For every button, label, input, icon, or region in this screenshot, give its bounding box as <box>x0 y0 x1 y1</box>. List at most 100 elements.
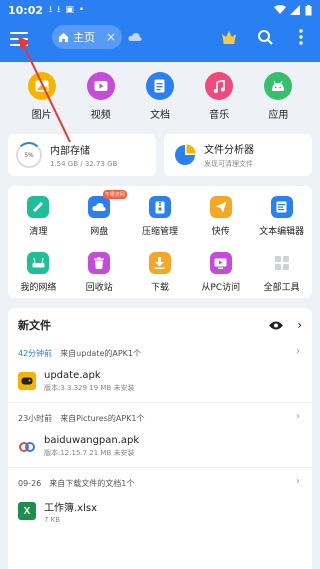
chevron-right-icon[interactable]: › <box>296 476 300 487</box>
category-videos[interactable]: 视频 <box>76 62 126 128</box>
tab-home-label: 主页 <box>73 31 95 44</box>
broom-icon <box>27 196 50 218</box>
cloud-icon[interactable] <box>128 32 142 42</box>
analyzer-subtitle: 发现可清理文件 <box>204 160 253 168</box>
tool-label: 下载 <box>150 283 169 293</box>
signal-icon <box>290 5 300 15</box>
download-status-icon: ⭳ <box>49 5 53 15</box>
tool-my-network[interactable]: 我的网络 <box>8 242 69 298</box>
group-time: 42分钟前 <box>18 348 53 358</box>
file-item[interactable]: X 工作簿.xlsx 7 KB <box>18 494 302 528</box>
tool-text-editor[interactable]: 文本编辑器 <box>251 186 312 242</box>
group-source: 来自update的APK1个 <box>60 348 142 358</box>
download-status-icon: ⭳ <box>57 5 61 15</box>
tab-home[interactable]: 主页 × <box>52 25 122 49</box>
tool-label: 清理 <box>29 227 48 237</box>
more-options-icon[interactable] <box>290 26 312 48</box>
tool-label: 全部工具 <box>263 283 300 293</box>
file-meta: 版本:12.15.7 21 MB 未安装 <box>44 448 135 457</box>
file-group[interactable]: 23小时前 来自Pictures的APK1个 › baiduwangpan.ap… <box>8 407 312 463</box>
tool-label: 文本编辑器 <box>259 227 305 237</box>
divider <box>8 467 312 468</box>
android-icon <box>264 72 293 100</box>
trash-icon <box>88 252 111 274</box>
promo-badge: 不限流网 <box>102 190 127 199</box>
internal-storage-card[interactable]: 5% 内部存储 1.54 GB / 32.73 GB <box>8 134 156 176</box>
video-icon <box>86 72 115 100</box>
file-name: update.apk <box>44 369 101 381</box>
tool-compress[interactable]: 压缩管理 <box>130 186 191 242</box>
category-label: 应用 <box>268 110 289 121</box>
app-status-icon: ▣ <box>65 5 74 15</box>
chevron-right-icon[interactable]: › <box>297 318 302 332</box>
file-analyzer-card[interactable]: 文件分析器 发现可清理文件 <box>164 134 312 176</box>
status-time: 10:02 <box>8 3 44 17</box>
chevron-right-icon[interactable]: › <box>296 411 300 422</box>
notification-icons: ⭳ ⭳ ▣ • <box>49 2 84 18</box>
top-bar: 10:02 ⭳ ⭳ ▣ • 主页 × <box>0 0 320 62</box>
file-meta: 版本:3.3.329 19 MB 未安装 <box>44 383 135 392</box>
category-images[interactable]: 图片 <box>17 62 67 128</box>
category-row: 图片 视频 文档 音乐 应用 <box>0 62 320 128</box>
gamepad-icon <box>18 372 36 390</box>
tool-clean[interactable]: 清理 <box>8 186 69 242</box>
battery-icon <box>305 4 312 15</box>
new-files-title: 新文件 <box>18 319 51 332</box>
file-group[interactable]: 09-26 来自下载文件的文档1个 › X 工作簿.xlsx 7 KB <box>8 472 312 528</box>
music-icon <box>205 72 234 100</box>
tool-netdisk[interactable]: 不限流网 网盘 <box>69 186 130 242</box>
excel-icon: X <box>18 502 36 520</box>
eye-icon[interactable] <box>269 321 284 330</box>
pc-icon <box>209 252 232 274</box>
storage-title: 内部存储 <box>50 146 90 157</box>
tool-label: 快传 <box>211 227 230 237</box>
new-files-panel: 新文件 › 42分钟前 来自update的APK1个 › update.apk … <box>8 308 312 569</box>
category-label: 文档 <box>149 110 170 121</box>
category-label: 图片 <box>31 110 52 121</box>
menu-button[interactable] <box>8 28 30 50</box>
file-name: 工作簿.xlsx <box>44 502 98 514</box>
dot-icon: • <box>78 5 85 15</box>
search-icon[interactable] <box>254 26 276 48</box>
tool-label: 从PC访问 <box>201 283 241 293</box>
text-editor-icon <box>270 196 293 218</box>
file-meta: 7 KB <box>44 515 61 524</box>
category-label: 音乐 <box>209 110 230 121</box>
tool-label: 压缩管理 <box>141 227 178 237</box>
tool-download[interactable]: 下载 <box>130 242 191 298</box>
zip-icon <box>148 196 171 218</box>
tools-panel: 清理 不限流网 网盘 压缩管理 快传 文本编辑器 我的网络 回收站 下载 从PC… <box>8 186 312 298</box>
router-icon <box>27 252 50 274</box>
divider <box>8 402 312 403</box>
tab-close-button[interactable]: × <box>106 30 116 44</box>
cloud-icon <box>88 196 111 218</box>
group-source: 来自下载文件的文档1个 <box>49 478 135 488</box>
file-item[interactable]: baiduwangpan.apk 版本:12.15.7 21 MB 未安装 <box>18 429 302 463</box>
storage-percent: 5% <box>24 151 34 159</box>
file-group[interactable]: 42分钟前 来自update的APK1个 › update.apk 版本:3.3… <box>8 342 312 398</box>
tool-recycle-bin[interactable]: 回收站 <box>69 242 130 298</box>
app-bar: 主页 × <box>0 20 320 62</box>
premium-crown-icon[interactable] <box>218 26 240 48</box>
tool-pc-access[interactable]: 从PC访问 <box>190 242 251 298</box>
category-label: 视频 <box>90 110 111 121</box>
group-source: 来自Pictures的APK1个 <box>60 413 145 423</box>
home-icon <box>58 32 69 42</box>
tool-label: 我的网络 <box>20 283 57 293</box>
category-apps[interactable]: 应用 <box>253 62 303 128</box>
tool-quick-send[interactable]: 快传 <box>190 186 251 242</box>
group-time: 23小时前 <box>18 413 53 423</box>
analyzer-title: 文件分析器 <box>204 145 254 156</box>
tool-all-tools[interactable]: 全部工具 <box>251 242 312 298</box>
tool-label: 网盘 <box>90 227 109 237</box>
category-music[interactable]: 音乐 <box>194 62 244 128</box>
group-time: 09-26 <box>18 478 42 488</box>
file-item[interactable]: update.apk 版本:3.3.329 19 MB 未安装 <box>18 364 302 398</box>
tool-label: 回收站 <box>85 283 113 293</box>
status-bar: 10:02 ⭳ ⭳ ▣ • <box>0 0 320 20</box>
file-name: baiduwangpan.apk <box>44 434 140 446</box>
pie-chart-icon <box>175 144 196 165</box>
grid-icon <box>271 252 293 274</box>
category-documents[interactable]: 文档 <box>135 62 185 128</box>
chevron-right-icon[interactable]: › <box>296 346 300 357</box>
